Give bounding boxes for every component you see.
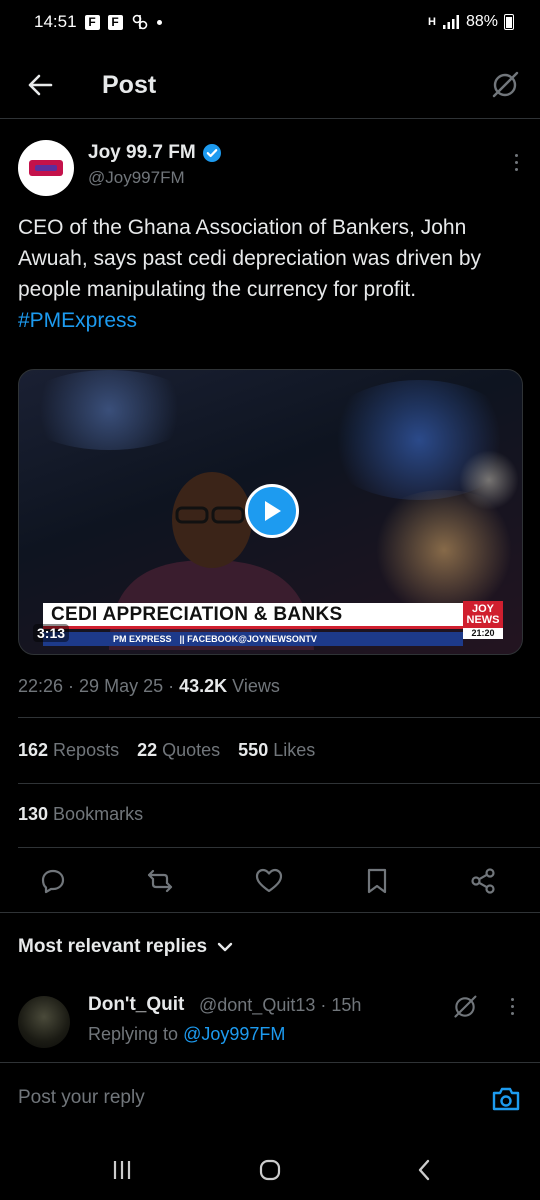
author-name-row[interactable]: Joy 99.7 FM	[88, 142, 222, 164]
bookmarks-divider	[18, 847, 540, 848]
battery-percent: 88%	[465, 13, 498, 30]
video-lower-third: CEDI APPRECIATION & BANKS	[43, 603, 463, 629]
grok-icon[interactable]	[452, 994, 478, 1020]
actions-divider	[0, 912, 540, 913]
play-button[interactable]	[245, 484, 299, 538]
reply-icon	[41, 869, 65, 894]
video-ticker: PM EXPRESS || FACEBOOK@JOYNEWSONTV	[43, 632, 463, 646]
back-button[interactable]	[0, 55, 80, 115]
heart-icon	[255, 868, 283, 893]
grok-button[interactable]	[470, 55, 540, 115]
system-back-button[interactable]	[404, 1154, 444, 1186]
reply-more-button[interactable]	[505, 996, 519, 1016]
action-bar	[0, 856, 540, 904]
reply-composer: Post your reply	[0, 1062, 540, 1136]
replies-sort-dropdown[interactable]: Most relevant replies	[18, 936, 233, 958]
grok-icon	[492, 71, 519, 98]
reply-author-handle: @dont_Quit13 · 15h	[199, 995, 362, 1015]
hashtag-link[interactable]: #PMExpress	[18, 309, 137, 332]
chevron-down-icon	[217, 942, 233, 952]
tweet-text: CEO of the Ghana Association of Bankers,…	[18, 212, 518, 336]
repost-icon	[147, 869, 173, 893]
facebook-notification-icon: F	[107, 14, 123, 30]
post-header: Post	[0, 55, 540, 115]
likes-stat[interactable]: 550 Likes	[238, 740, 315, 761]
battery-icon	[504, 14, 514, 30]
system-nav-bar	[0, 1136, 540, 1200]
replying-mention-link[interactable]: @Joy997FM	[183, 1024, 285, 1044]
bookmark-button[interactable]	[362, 866, 392, 896]
home-button[interactable]	[250, 1154, 290, 1186]
tweet-time: 22:26	[18, 676, 64, 696]
replying-to: Replying to @Joy997FM	[88, 1024, 286, 1044]
video-player[interactable]: CEDI APPRECIATION & BANKS JOY NEWS 21:20…	[18, 369, 523, 655]
signal-icon	[442, 15, 459, 29]
share-icon	[471, 868, 495, 894]
reply-avatar[interactable]	[18, 996, 70, 1048]
reply-author-name[interactable]: Don't_Quit	[88, 994, 184, 1016]
replies-sort-label: Most relevant replies	[18, 936, 208, 957]
network-type-icon: H	[428, 16, 436, 28]
camera-button[interactable]	[490, 1083, 522, 1115]
more-notifications-dot	[156, 19, 162, 25]
page-title: Post	[102, 70, 157, 99]
share-button[interactable]	[468, 866, 498, 896]
quotes-stat[interactable]: 22 Quotes	[137, 740, 220, 761]
tweet-body: CEO of the Ghana Association of Bankers,…	[18, 216, 482, 301]
verified-badge-icon	[202, 144, 221, 162]
author-name: Joy 99.7 FM	[88, 142, 196, 163]
reply-button[interactable]	[38, 866, 68, 896]
tweet-date: 29 May 25	[79, 676, 164, 696]
repost-button[interactable]	[145, 866, 175, 896]
like-button[interactable]	[254, 866, 284, 896]
reply-input[interactable]: Post your reply	[18, 1087, 145, 1109]
tweet-meta: 22:26 · 29 May 25 · 43.2K Views	[18, 676, 280, 696]
video-duration: 3:13	[33, 624, 70, 642]
home-icon	[259, 1159, 281, 1181]
tweet-author: Joy 99.7 FM @Joy997FM	[18, 140, 528, 200]
reply-item[interactable]: Don't_Quit @dont_Quit13 · 15h Replying t…	[0, 988, 540, 1060]
stats-divider	[18, 783, 540, 784]
header-divider	[0, 118, 540, 119]
bookmark-icon	[367, 868, 387, 894]
recent-apps-button[interactable]	[102, 1154, 142, 1186]
views-count: 43.2K	[179, 676, 228, 696]
play-icon	[265, 501, 281, 521]
recent-apps-icon	[113, 1161, 131, 1179]
author-handle[interactable]: @Joy997FM	[88, 168, 185, 188]
chevron-left-icon	[418, 1159, 430, 1181]
more-options-button[interactable]	[504, 150, 528, 174]
status-bar: 14:51 F F H 88%	[0, 0, 540, 44]
views-label: Views	[232, 676, 280, 696]
meta-divider	[18, 717, 540, 718]
camera-icon	[492, 1087, 520, 1111]
arrow-left-icon	[28, 74, 53, 96]
clock: 14:51	[34, 12, 77, 31]
avatar[interactable]	[18, 140, 74, 196]
engagement-stats: 162 Reposts 22 Quotes 550 Likes	[18, 740, 315, 761]
app-notification-icon	[132, 14, 147, 30]
channel-badge: JOY NEWS 21:20	[463, 601, 503, 639]
reposts-stat[interactable]: 162 Reposts	[18, 740, 119, 761]
lower-third-title: CEDI APPRECIATION & BANKS	[51, 603, 343, 625]
bookmarks-stat[interactable]: 130 Bookmarks	[18, 804, 143, 825]
facebook-notification-icon: F	[84, 14, 100, 30]
